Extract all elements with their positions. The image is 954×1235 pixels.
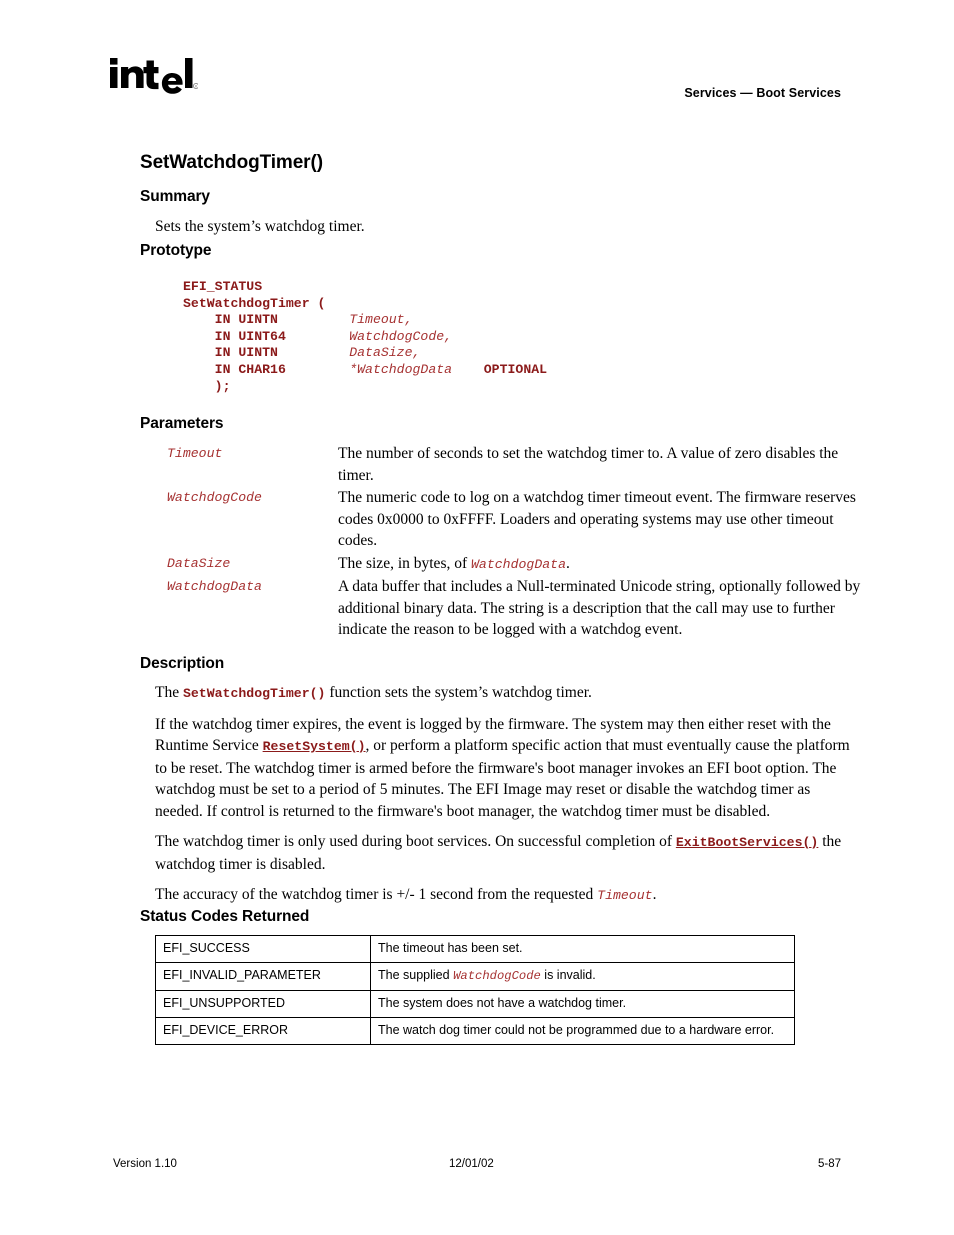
code-param-keyword: IN UINT64 — [214, 328, 286, 344]
table-row: EFI_DEVICE_ERROR The watch dog timer cou… — [155, 1017, 795, 1045]
inline-code-timeout: Timeout — [597, 888, 653, 903]
code-param-name: *WatchdogData — [349, 361, 453, 377]
code-return-type: EFI_STATUS — [183, 279, 263, 294]
status-code-name: EFI_UNSUPPORTED — [155, 990, 371, 1018]
footer-date: 12/01/02 — [449, 1158, 494, 1170]
status-codes-table: EFI_SUCCESS The timeout has been set. EF… — [155, 935, 795, 1045]
status-code-description: The supplied WatchdogCode is invalid. — [370, 962, 795, 991]
intel-logo-icon: R — [108, 56, 198, 98]
inline-code-watchdogdata: WatchdogData — [471, 556, 566, 572]
running-head: Services — Boot Services — [684, 86, 841, 100]
status-code-description: The watch dog timer could not be program… — [370, 1017, 795, 1045]
code-param-optional: OPTIONAL — [483, 361, 548, 377]
parameter-description: The numeric code to log on a watchdog ti… — [338, 489, 856, 549]
section-heading-prototype: Prototype — [140, 242, 212, 259]
code-param-keyword: IN UINTN — [214, 312, 278, 328]
prototype-code-block: EFI_STATUS SetWatchdogTimer ( IN UINTN T… — [183, 279, 547, 395]
description-body: The SetWatchdogTimer() function sets the… — [155, 682, 855, 916]
parameter-row: WatchdogData A data buffer that includes… — [167, 576, 867, 641]
parameter-row: WatchdogCode The numeric code to log on … — [167, 487, 867, 552]
parameter-name: WatchdogData — [167, 579, 262, 594]
cell-text: is invalid. — [540, 968, 596, 982]
paragraph-text: . — [652, 886, 657, 903]
status-code-description: The system does not have a watchdog time… — [370, 990, 795, 1018]
code-param-keyword: IN CHAR16 — [214, 361, 286, 377]
inline-code-watchdogcode: WatchdogCode — [453, 969, 541, 983]
paragraph-text: function sets the system’s watchdog time… — [325, 684, 592, 701]
table-row: EFI_UNSUPPORTED The system does not have… — [155, 990, 795, 1018]
section-heading-summary: Summary — [140, 188, 210, 205]
table-row: EFI_INVALID_PARAMETER The supplied Watch… — [155, 962, 795, 991]
parameter-description: The size, in bytes, of WatchdogData. — [338, 553, 867, 576]
code-param-keyword: IN UINTN — [214, 345, 278, 361]
parameter-name: WatchdogCode — [167, 490, 262, 505]
status-code-description: The timeout has been set. — [370, 935, 795, 963]
cross-reference-link-resetsystem[interactable]: ResetSystem() — [263, 739, 366, 754]
parameter-name: DataSize — [167, 555, 231, 571]
page-footer: Version 1.10 12/01/02 5-87 — [0, 1158, 954, 1178]
footer-version: Version 1.10 — [113, 1158, 177, 1170]
description-paragraph: If the watchdog timer expires, the event… — [155, 714, 855, 823]
description-paragraph: The SetWatchdogTimer() function sets the… — [155, 682, 855, 705]
document-page: R Services — Boot Services SetWatchdogTi… — [0, 0, 954, 1235]
description-paragraph: The accuracy of the watchdog timer is +/… — [155, 884, 855, 907]
parameter-row: DataSize The size, in bytes, of Watchdog… — [167, 553, 867, 576]
table-row: EFI_SUCCESS The timeout has been set. — [155, 935, 795, 963]
parameter-description-text: The size, in bytes, of — [338, 554, 472, 572]
parameter-description-text: . — [565, 554, 570, 572]
paragraph-text: The — [155, 684, 183, 701]
cell-text: The supplied — [378, 968, 454, 982]
parameter-name: Timeout — [167, 446, 223, 461]
code-param-name: Timeout, — [349, 312, 413, 328]
paragraph-text: The watchdog timer is only used during b… — [155, 833, 676, 850]
summary-text: Sets the system’s watchdog timer. — [155, 218, 365, 235]
status-code-name: EFI_INVALID_PARAMETER — [155, 962, 371, 991]
section-heading-parameters: Parameters — [140, 415, 224, 432]
parameter-row: Timeout The number of seconds to set the… — [167, 443, 867, 486]
inline-code-setwatchdogtimer: SetWatchdogTimer() — [182, 686, 326, 701]
parameters-list: Timeout The number of seconds to set the… — [167, 443, 867, 642]
section-heading-description: Description — [140, 655, 225, 672]
code-function-signature: SetWatchdogTimer ( — [183, 295, 326, 311]
parameter-description: The number of seconds to set the watchdo… — [338, 445, 839, 484]
section-heading-status-codes: Status Codes Returned — [140, 908, 310, 925]
status-code-name: EFI_SUCCESS — [155, 935, 371, 963]
code-close-paren: ); — [214, 378, 231, 394]
description-paragraph: The watchdog timer is only used during b… — [155, 831, 855, 875]
status-code-name: EFI_DEVICE_ERROR — [155, 1017, 371, 1045]
code-param-name: DataSize, — [349, 345, 421, 361]
parameter-description: A data buffer that includes a Null-termi… — [338, 578, 861, 638]
code-param-name: WatchdogCode, — [349, 328, 453, 344]
paragraph-text: The accuracy of the watchdog timer is +/… — [155, 886, 598, 903]
page-title: SetWatchdogTimer() — [140, 152, 323, 173]
cross-reference-link-exitbootservices[interactable]: ExitBootServices() — [676, 835, 818, 850]
footer-page-number: 5-87 — [817, 1158, 841, 1170]
